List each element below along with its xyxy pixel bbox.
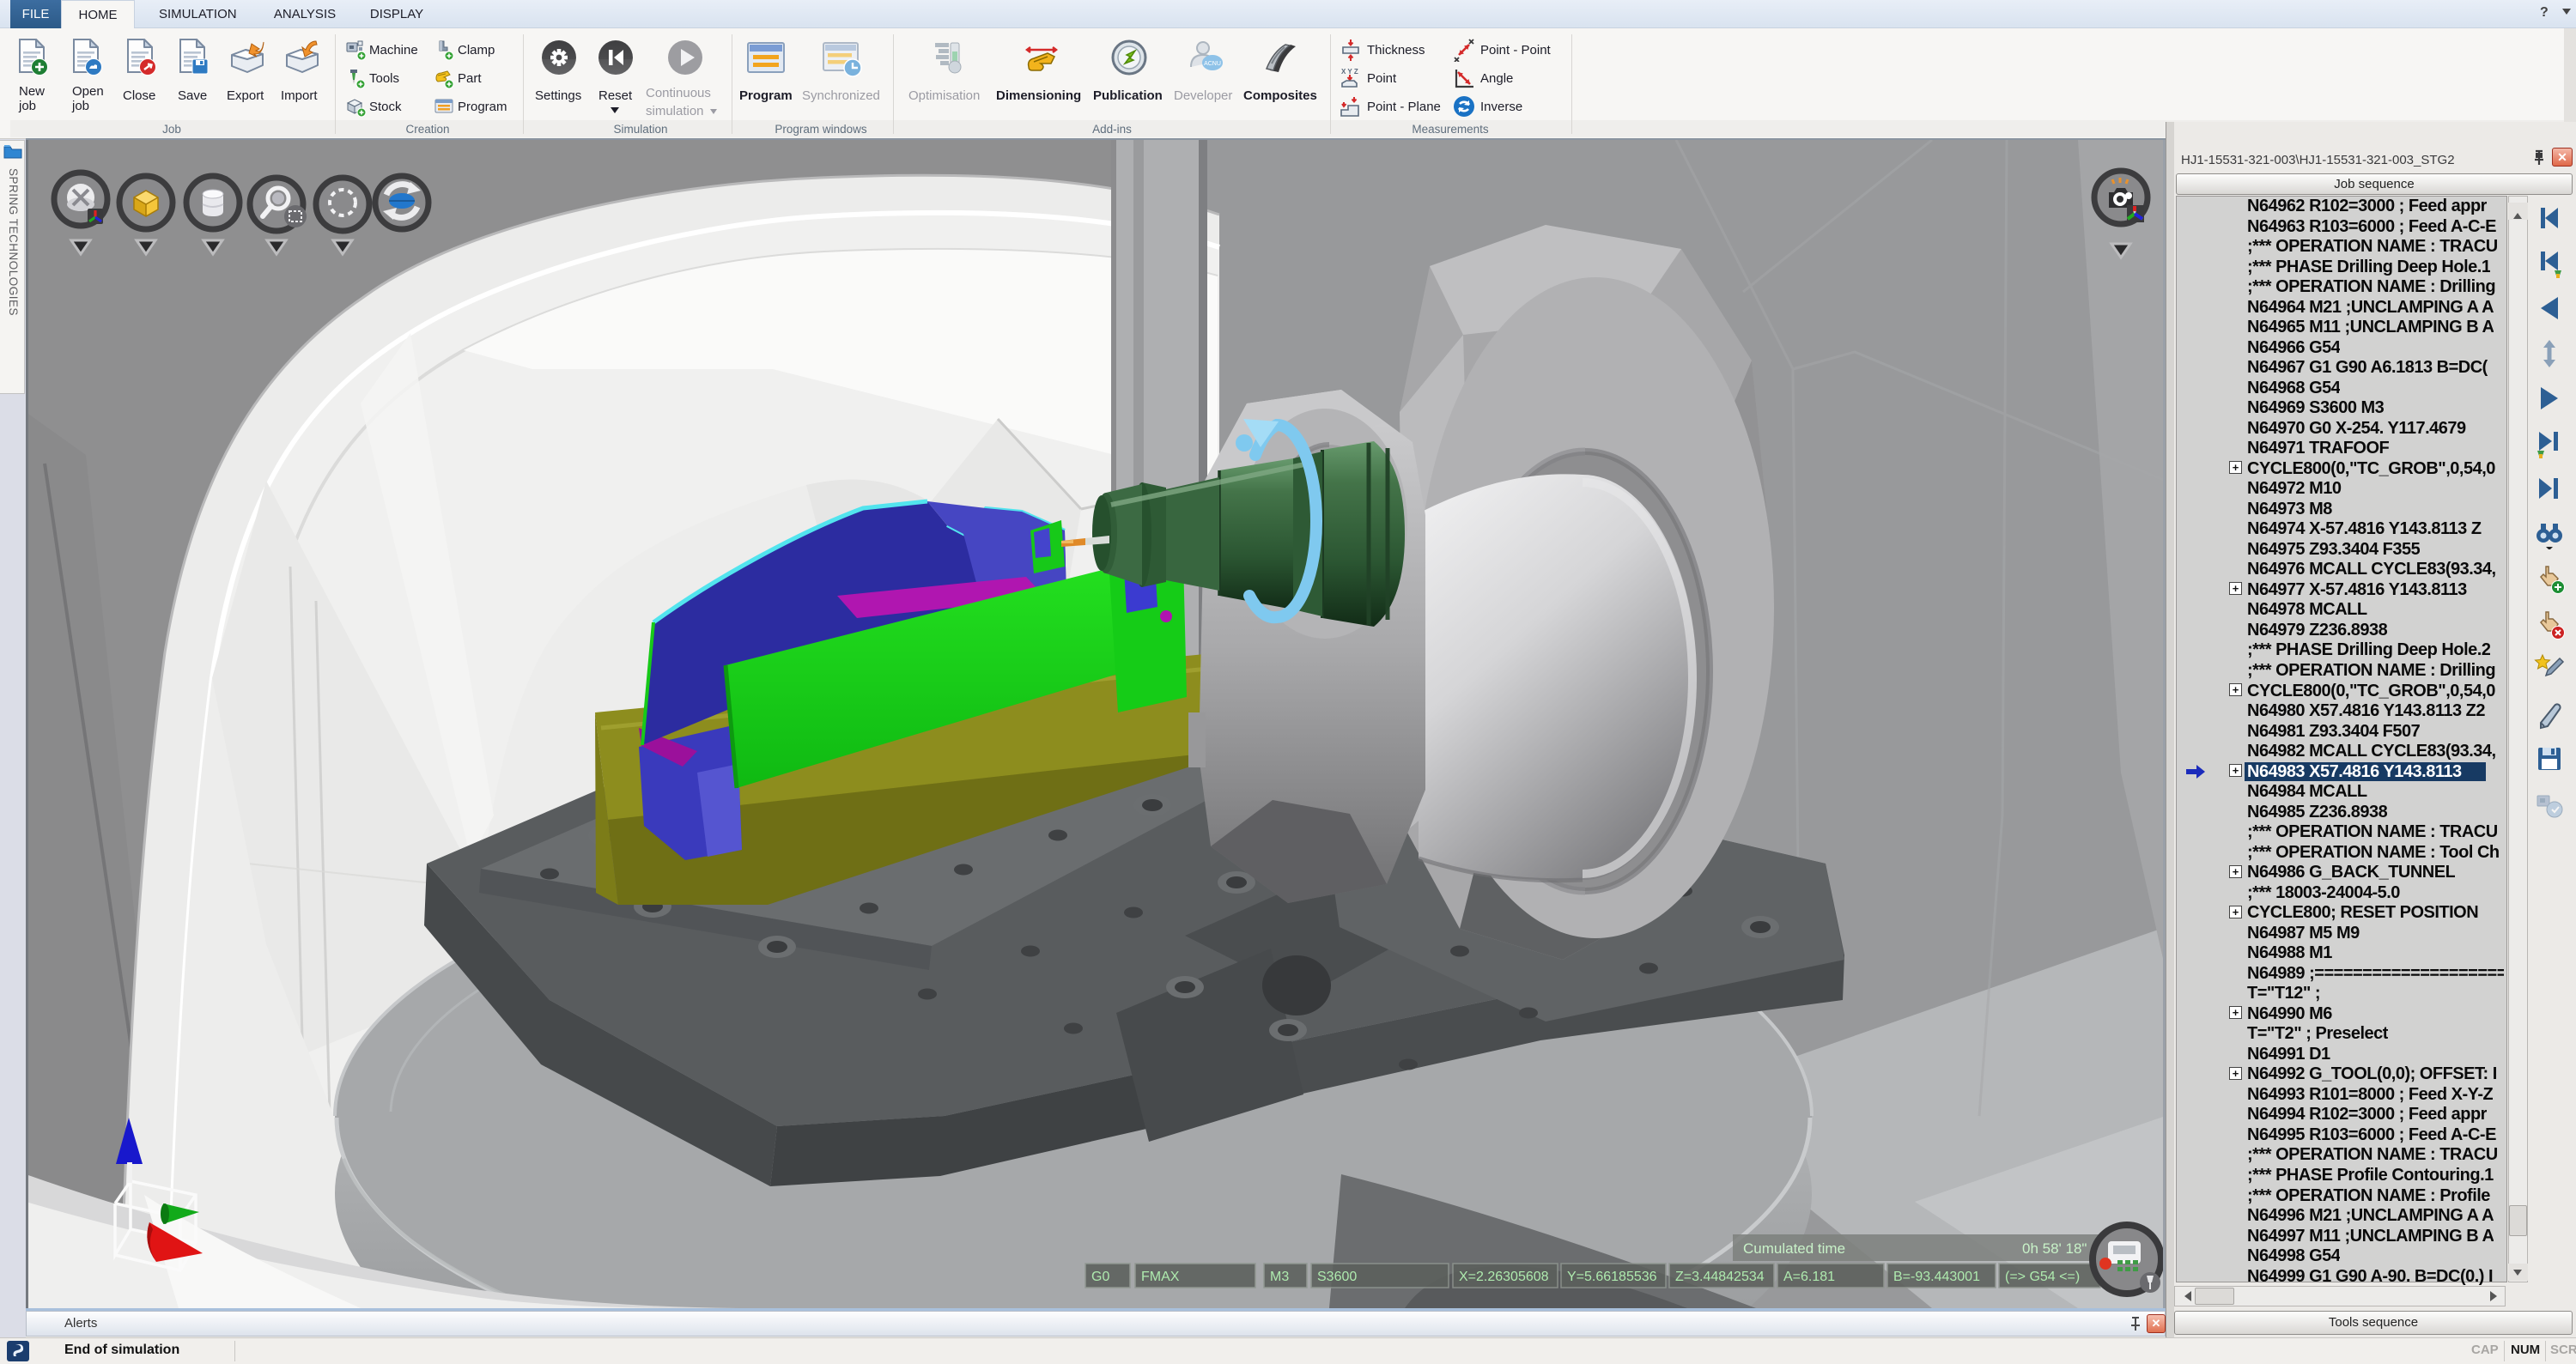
svg-text:Z=3.44842534: Z=3.44842534 [1675, 1270, 1765, 1284]
svg-text:G0: G0 [1091, 1270, 1109, 1284]
svg-text:X Y Z: X Y Z [1341, 68, 1358, 76]
svg-text:FMAX: FMAX [1141, 1270, 1180, 1284]
svg-text:A=6.181: A=6.181 [1783, 1270, 1835, 1284]
svg-text:ACNU: ACNU [1204, 61, 1221, 67]
svg-text:0h 58' 18": 0h 58' 18" [2022, 1240, 2087, 1257]
svg-text:(=> G54 <=): (=> G54 <=) [2005, 1270, 2080, 1284]
svg-text:Y=5.66185536: Y=5.66185536 [1567, 1270, 1657, 1284]
svg-text:Cumulated time: Cumulated time [1743, 1240, 1845, 1257]
svg-text:M3: M3 [1270, 1270, 1289, 1284]
svg-text:S3600: S3600 [1317, 1270, 1357, 1284]
svg-text:X=2.26305608: X=2.26305608 [1459, 1270, 1549, 1284]
svg-text:B=-93.443001: B=-93.443001 [1893, 1270, 1980, 1284]
